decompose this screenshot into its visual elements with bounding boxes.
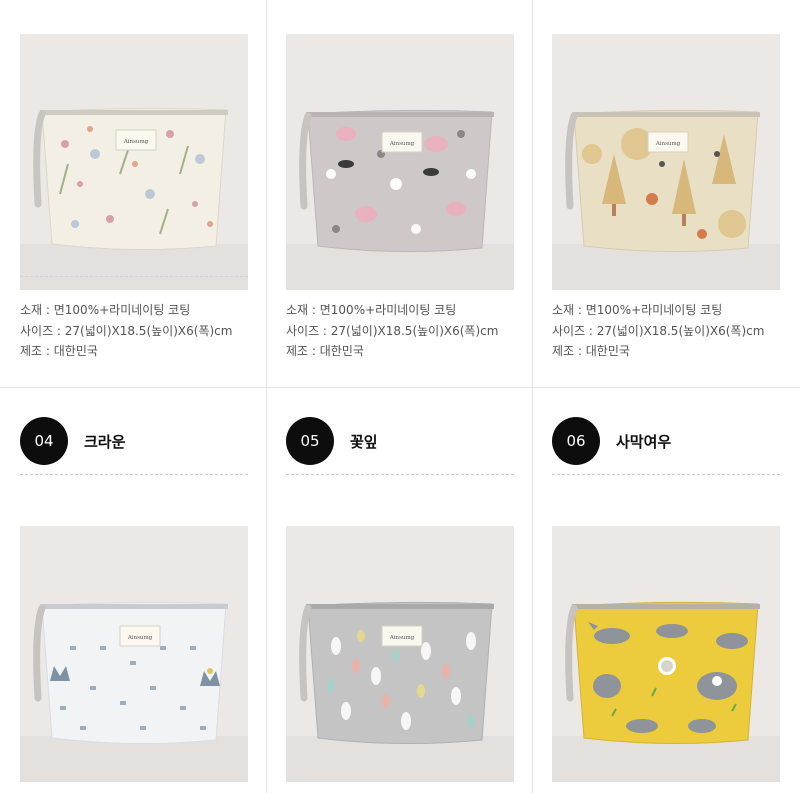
brand-label: Ainsumg (127, 635, 153, 641)
size-text: 사이즈 : 27(넓이)X18.5(높이)X6(폭)cm (552, 323, 765, 338)
brand-label: Ainsumg (389, 141, 415, 147)
product-image-crown[interactable]: Ainsumg (20, 526, 248, 782)
product-title: 꽃잎 (350, 433, 378, 451)
product-number-badge: 06 (552, 417, 600, 465)
origin-text: 제조 : 대한민국 (552, 344, 630, 358)
product-image-petal[interactable]: Ainsumg (286, 526, 514, 782)
size-text: 사이즈 : 27(넓이)X18.5(높이)X6(폭)cm (20, 323, 233, 338)
product-image-floral[interactable]: Ainsumg (20, 34, 248, 290)
product-title: 사막여우 (616, 433, 672, 451)
divider (552, 474, 780, 475)
divider (20, 474, 248, 475)
divider (286, 474, 514, 475)
product-number-badge: 05 (286, 417, 334, 465)
origin-text: 제조 : 대한민국 (286, 344, 364, 358)
product-image-cat[interactable]: Ainsumg (286, 34, 514, 290)
product-number-badge: 04 (20, 417, 68, 465)
product-image-fox[interactable] (552, 526, 780, 782)
brand-label: Ainsumg (389, 635, 415, 641)
product-info: 소재 : 면100%+라미네이팅 코팅 사이즈 : 27(넓이)X18.5(높이… (20, 300, 232, 362)
product-image-forest[interactable]: Ainsumg (552, 34, 780, 290)
product-grid: Ainsumg 소재 : 면100%+라미네이팅 코팅 사이즈 : 27(넓이)… (0, 0, 800, 793)
material-text: 소재 : 면100%+라미네이팅 코팅 (552, 303, 723, 317)
product-info: 소재 : 면100%+라미네이팅 코팅 사이즈 : 27(넓이)X18.5(높이… (286, 300, 498, 362)
brand-label: Ainsumg (655, 141, 681, 147)
product-title: 크라운 (84, 433, 126, 451)
brand-label: Ainsumg (123, 139, 149, 145)
size-text: 사이즈 : 27(넓이)X18.5(높이)X6(폭)cm (286, 323, 499, 338)
column-divider (532, 0, 533, 793)
divider (20, 276, 248, 277)
material-text: 소재 : 면100%+라미네이팅 코팅 (20, 303, 191, 317)
origin-text: 제조 : 대한민국 (20, 344, 98, 358)
row-divider (0, 387, 800, 388)
product-info: 소재 : 면100%+라미네이팅 코팅 사이즈 : 27(넓이)X18.5(높이… (552, 300, 764, 362)
material-text: 소재 : 면100%+라미네이팅 코팅 (286, 303, 457, 317)
column-divider (266, 0, 267, 793)
